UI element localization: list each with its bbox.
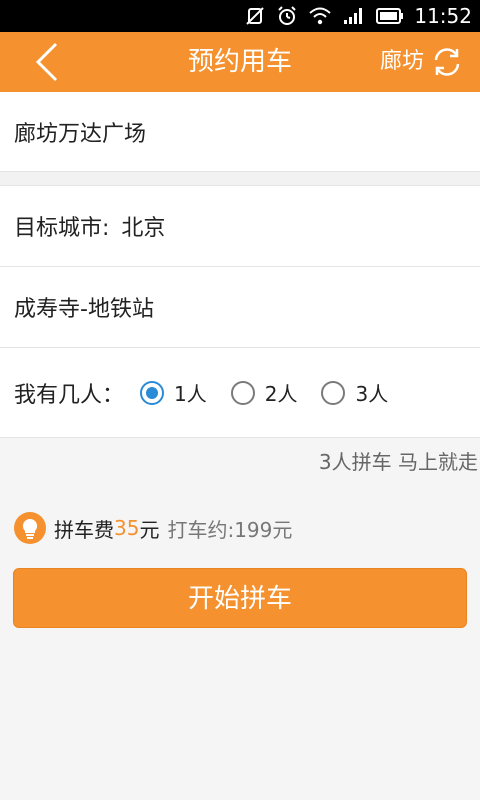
title-bar: 预约用车 廊坊	[0, 32, 480, 92]
start-location: 廊坊万达广场	[14, 121, 147, 147]
mute-vibrate-icon	[244, 5, 266, 27]
refresh-icon	[430, 48, 464, 83]
battery-icon	[376, 7, 404, 25]
refresh-button[interactable]	[430, 45, 464, 79]
destination: 成寿寺-地铁站	[14, 297, 154, 322]
lightbulb-icon	[14, 512, 46, 544]
wifi-icon	[308, 6, 332, 26]
target-city: 目标城市: 北京	[14, 186, 165, 266]
target-city-value: 北京	[121, 216, 166, 241]
current-city[interactable]: 廊坊	[380, 32, 424, 92]
people-option-2[interactable]: 2人	[230, 378, 297, 407]
taxi-estimate: 打车约:199元	[167, 517, 293, 542]
people-option-3[interactable]: 3人	[321, 378, 388, 407]
fee-unit: 元	[139, 517, 160, 542]
start-location-row[interactable]: 廊坊万达广场	[0, 92, 480, 172]
target-city-label: 目标城市:	[14, 216, 110, 241]
radio-unchecked-icon	[230, 380, 255, 405]
start-carpool-button[interactable]: 开始拼车	[13, 568, 467, 628]
section-divider	[0, 172, 480, 186]
fee-info: 拼车费 35 元 打车约:199元	[14, 510, 292, 546]
people-label: 我有几人：	[14, 382, 125, 408]
destination-row[interactable]: 成寿寺-地铁站	[0, 267, 480, 348]
radio-checked-icon	[140, 380, 165, 405]
alarm-icon	[276, 5, 298, 27]
fee-price: 35	[114, 516, 140, 540]
radio-unchecked-icon	[321, 380, 346, 405]
people-option-1[interactable]: 1人	[140, 378, 207, 407]
carpool-hint: 3人拼车 马上就走	[318, 450, 478, 474]
target-city-row[interactable]: 目标城市: 北京	[0, 186, 480, 267]
status-bar: 11:52	[0, 0, 480, 32]
signal-icon	[342, 6, 366, 26]
fee-label: 拼车费	[54, 517, 114, 542]
people-count-row: 我有几人： 1人 2人 3人	[0, 348, 480, 438]
clock: 11:52	[414, 4, 472, 28]
